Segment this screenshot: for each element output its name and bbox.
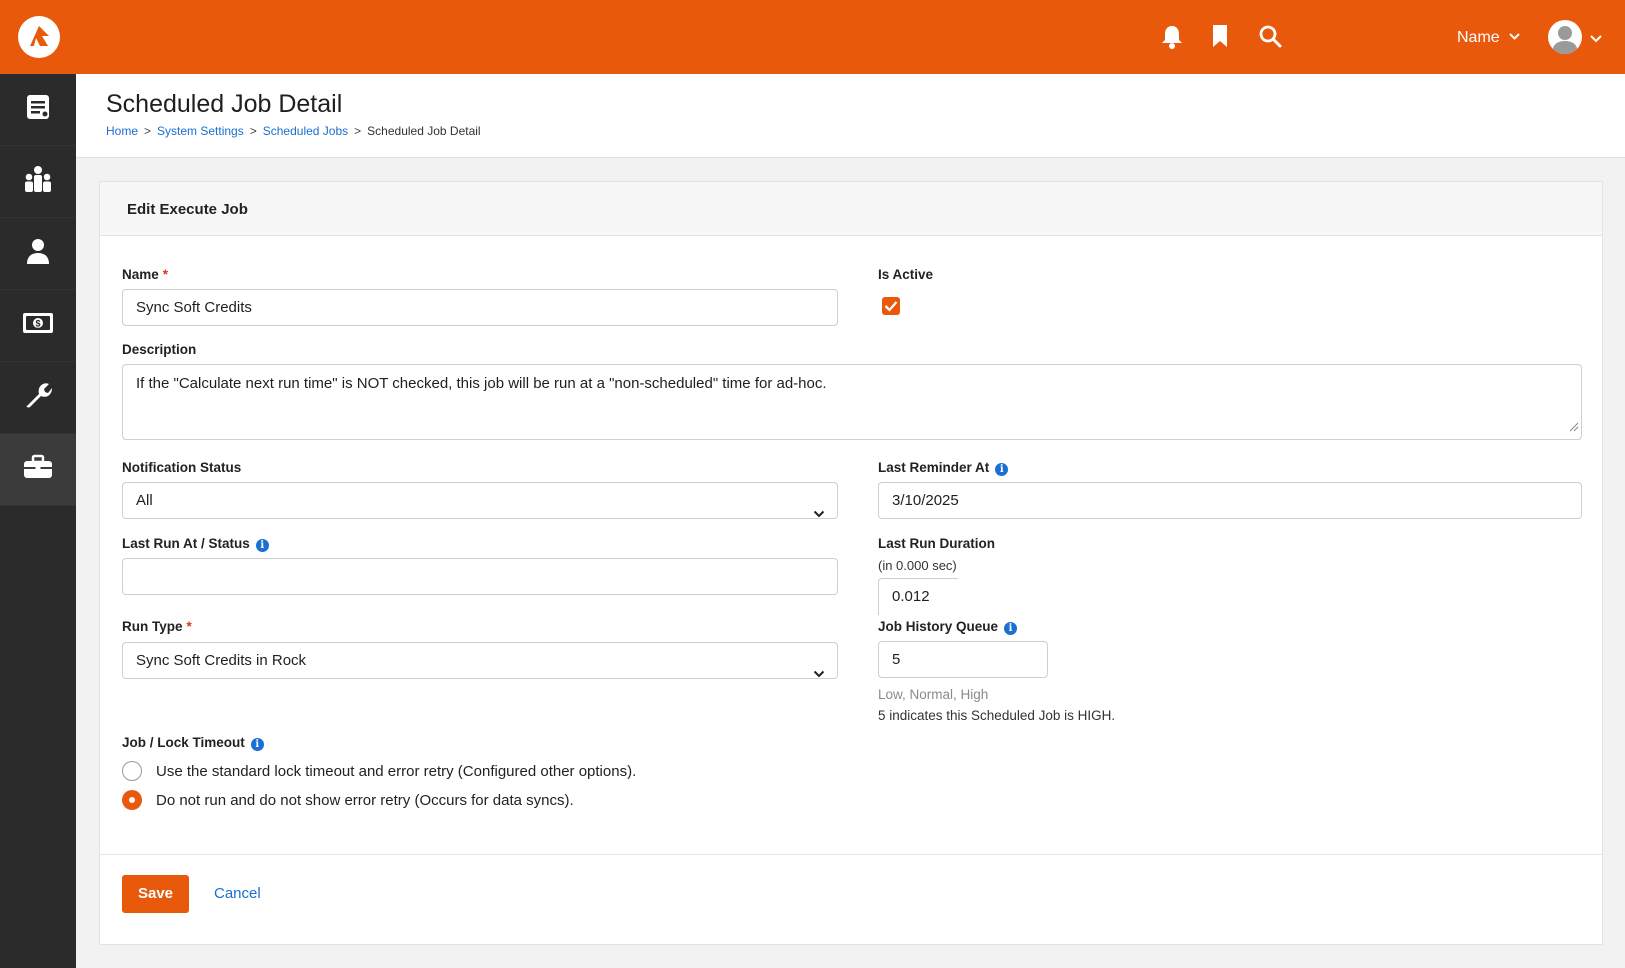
chevron-down-icon <box>813 656 825 678</box>
money-icon: $ <box>22 311 54 340</box>
briefcase-icon <box>23 454 53 485</box>
is-active-checkbox[interactable] <box>882 297 900 315</box>
save-button[interactable]: Save <box>122 875 189 913</box>
info-icon[interactable]: i <box>1004 622 1018 635</box>
breadcrumb-separator: > <box>354 124 362 138</box>
svg-text:$: $ <box>35 319 40 329</box>
last-run-input[interactable] <box>122 558 838 595</box>
chevron-down-icon <box>1509 27 1520 45</box>
breadcrumb-system-settings[interactable]: System Settings <box>157 124 244 138</box>
bookmark-icon[interactable] <box>1210 24 1236 50</box>
sidebar-item-tools[interactable] <box>0 362 76 434</box>
breadcrumb-separator: > <box>144 124 152 138</box>
info-icon[interactable]: i <box>255 539 269 552</box>
description-textarea[interactable]: If the "Calculate next run time" is NOT … <box>122 364 1582 440</box>
required-marker: * <box>186 619 192 634</box>
top-navbar: Name <box>0 0 1625 74</box>
last-run-duration-label: Last Run Duration <box>878 536 995 551</box>
job-history-help: Low, Normal, High <box>878 687 989 702</box>
wrench-icon <box>24 381 52 414</box>
last-run-label: Last Run At / Status i <box>122 536 269 552</box>
required-marker: * <box>162 267 169 282</box>
cancel-button[interactable]: Cancel <box>214 885 261 902</box>
breadcrumb-scheduled-jobs[interactable]: Scheduled Jobs <box>263 124 348 138</box>
rock-logo-icon[interactable] <box>18 16 60 58</box>
description-label: Description <box>122 342 197 357</box>
sidebar-item-admin[interactable] <box>0 434 76 506</box>
job-history-input[interactable]: 5 <box>878 641 1048 678</box>
notification-status-select[interactable]: All <box>122 482 838 519</box>
name-label: Name * <box>122 267 169 282</box>
radio-button[interactable] <box>122 761 142 781</box>
description-text: If the "Calculate next run time" is NOT … <box>136 375 827 392</box>
run-type-label: Run Type * <box>122 619 192 634</box>
user-name-label: Name <box>1457 29 1500 46</box>
edit-job-panel: Edit Execute Job Name * Sync Soft Credits… <box>99 181 1603 945</box>
breadcrumb-separator: > <box>249 124 257 138</box>
notes-icon <box>25 93 51 126</box>
sidebar-item-finance[interactable]: $ <box>0 290 76 362</box>
page-header: Scheduled Job Detail Home > System Setting… <box>76 74 1625 158</box>
person-icon <box>25 237 51 270</box>
chevron-down-icon[interactable] <box>1590 30 1602 48</box>
page-title: Scheduled Job Detail <box>106 90 343 118</box>
breadcrumb-home[interactable]: Home <box>106 124 138 138</box>
is-active-label: Is Active <box>878 267 934 282</box>
sidebar-item-groups[interactable] <box>0 146 76 218</box>
people-group-icon <box>23 165 53 198</box>
sidebar-item-notes[interactable] <box>0 74 76 146</box>
panel-header: Edit Execute Job <box>100 182 1602 236</box>
run-type-value: Sync Soft Credits in Rock <box>136 652 307 669</box>
user-name-menu[interactable]: Name <box>1457 27 1520 47</box>
notification-status-value: All <box>136 492 153 509</box>
info-icon[interactable]: i <box>250 738 264 751</box>
info-icon[interactable]: i <box>995 463 1009 476</box>
lock-timeout-label: Job / Lock Timeout i <box>122 735 264 751</box>
breadcrumb-current: Scheduled Job Detail <box>367 124 481 138</box>
sidebar: $ <box>0 74 76 968</box>
breadcrumb: Home > System Settings > Scheduled Jobs > Sche… <box>106 124 481 138</box>
job-history-note: 5 indicates this Scheduled Job is HIGH. <box>878 708 1116 723</box>
last-run-duration-sublabel: (in 0.000 sec) <box>878 558 957 573</box>
radio-label: Do not run and do not show error retry (… <box>156 791 574 809</box>
chevron-down-icon <box>813 496 825 518</box>
notification-status-label: Notification Status <box>122 460 242 475</box>
avatar[interactable] <box>1548 20 1582 54</box>
lock-option-no-run[interactable]: Do not run and do not show error retry (… <box>122 789 574 811</box>
search-icon[interactable] <box>1258 24 1284 50</box>
last-run-duration-value: 0.012 <box>878 578 958 615</box>
radio-label: Use the standard lock timeout and error … <box>156 762 637 780</box>
run-type-select[interactable]: Sync Soft Credits in Rock <box>122 642 838 679</box>
resize-grip-icon[interactable] <box>1569 419 1579 437</box>
bell-icon[interactable] <box>1160 24 1186 50</box>
lock-option-standard[interactable]: Use the standard lock timeout and error … <box>122 760 636 782</box>
panel-title: Edit Execute Job <box>127 201 248 218</box>
last-reminder-input[interactable]: 3/10/2025 <box>878 482 1582 519</box>
divider <box>100 854 1602 855</box>
job-history-label: Job History Queue i <box>878 619 1018 635</box>
name-input[interactable]: Sync Soft Credits <box>122 289 838 326</box>
sidebar-item-person[interactable] <box>0 218 76 290</box>
radio-button[interactable] <box>122 790 142 810</box>
last-reminder-label: Last Reminder At i <box>878 460 1009 476</box>
